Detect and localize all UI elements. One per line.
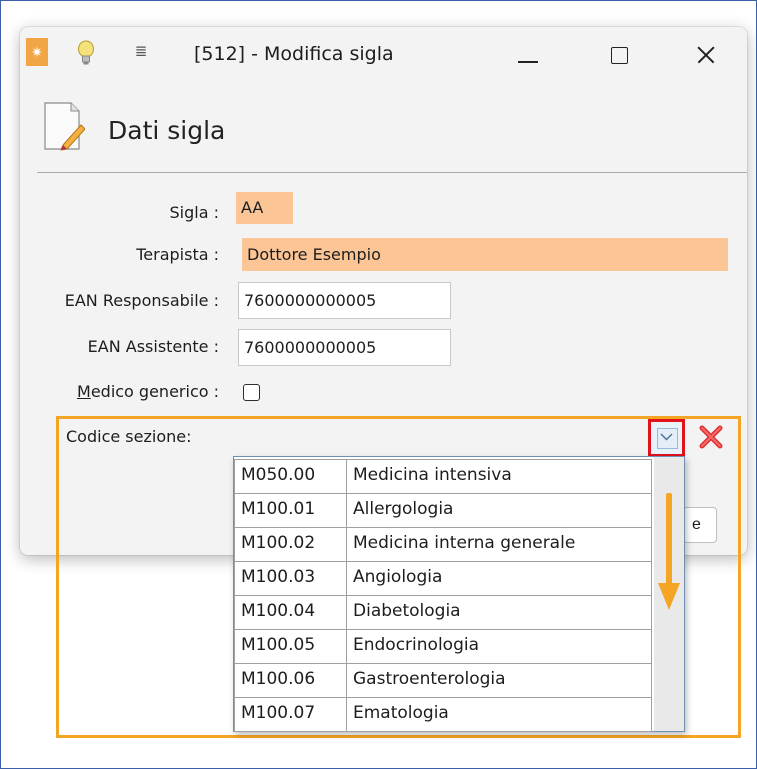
dropdown-name-cell: Angiologia (346, 561, 652, 596)
dropdown-toggle-button[interactable] (648, 419, 685, 457)
dropdown-name-cell: Medicina interna generale (346, 527, 652, 562)
maximize-button[interactable] (600, 35, 640, 75)
dropdown-name-cell: Allergologia (346, 493, 652, 528)
sigla-input[interactable]: AA (236, 192, 293, 224)
dropdown-code-cell: M100.07 (234, 697, 347, 732)
ean-responsabile-input[interactable]: 7600000000005 (238, 282, 451, 319)
dropdown-row[interactable]: M100.04 Diabetologia (234, 595, 652, 630)
terapista-label: Terapista : (136, 245, 219, 264)
ean-assistente-input[interactable]: 7600000000005 (238, 329, 451, 366)
dropdown-name-cell: Diabetologia (346, 595, 652, 630)
dropdown-code-cell: M100.01 (234, 493, 347, 528)
dropdown-code-cell: M100.06 (234, 663, 347, 698)
dropdown-code-cell: M100.05 (234, 629, 347, 664)
quick-access-menu-icon[interactable]: ≣ (134, 40, 148, 64)
medico-generico-label-text: edico generico : (90, 382, 219, 401)
dropdown-code-cell: M100.03 (234, 561, 347, 596)
chevron-down-icon (660, 433, 673, 441)
medico-generico-label: Medico generico : (77, 382, 219, 401)
dropdown-name-cell: Medicina intensiva (346, 459, 652, 494)
dropdown-row[interactable]: M100.06 Gastroenterologia (234, 663, 652, 698)
dropdown-row[interactable]: M100.01 Allergologia (234, 493, 652, 528)
dropdown-row[interactable]: M100.05 Endocrinologia (234, 629, 652, 664)
ean-assistente-label: EAN Assistente : (87, 337, 219, 356)
dropdown-name-cell: Ematologia (346, 697, 652, 732)
sigla-label: Sigla : (169, 203, 219, 222)
dropdown-code-cell: M100.02 (234, 527, 347, 562)
dropdown-code-cell: M100.04 (234, 595, 347, 630)
minimize-button[interactable] (507, 35, 547, 75)
dropdown-name-cell: Endocrinologia (346, 629, 652, 664)
dropdown-row[interactable]: M100.03 Angiologia (234, 561, 652, 596)
section-title: Dati sigla (108, 116, 226, 145)
terapista-field[interactable]: Dottore Esempio (242, 238, 728, 271)
codice-sezione-input[interactable] (232, 425, 652, 452)
medico-generico-accesskey: M (77, 382, 91, 401)
document-edit-icon (44, 102, 85, 151)
app-logo-icon[interactable]: ✷ (26, 38, 48, 66)
codice-sezione-label: Codice sezione: (66, 427, 192, 446)
dropdown-row[interactable]: M050.00 Medicina intensiva (234, 459, 652, 494)
dropdown-rows: M050.00 Medicina intensiva M100.01 Aller… (234, 459, 652, 732)
dropdown-name-cell: Gastroenterologia (346, 663, 652, 698)
dropdown-row[interactable]: M100.07 Ematologia (234, 697, 652, 732)
window-title: [512] - Modifica sigla (194, 43, 394, 65)
ean-responsabile-label: EAN Responsabile : (64, 291, 219, 310)
title-bar[interactable]: ✷ ≣ [512] - Modifica sigla (20, 27, 747, 81)
close-x-icon[interactable] (698, 424, 724, 450)
medico-generico-checkbox[interactable] (243, 384, 260, 401)
lightbulb-icon[interactable] (77, 40, 95, 66)
codice-sezione-dropdown[interactable]: M050.00 Medicina intensiva M100.01 Aller… (233, 456, 685, 732)
dropdown-code-cell: M050.00 (234, 459, 347, 494)
close-button[interactable] (686, 35, 726, 75)
arrow-down-head-icon (658, 583, 680, 610)
dropdown-row[interactable]: M100.02 Medicina interna generale (234, 527, 652, 562)
header-divider (37, 172, 747, 173)
